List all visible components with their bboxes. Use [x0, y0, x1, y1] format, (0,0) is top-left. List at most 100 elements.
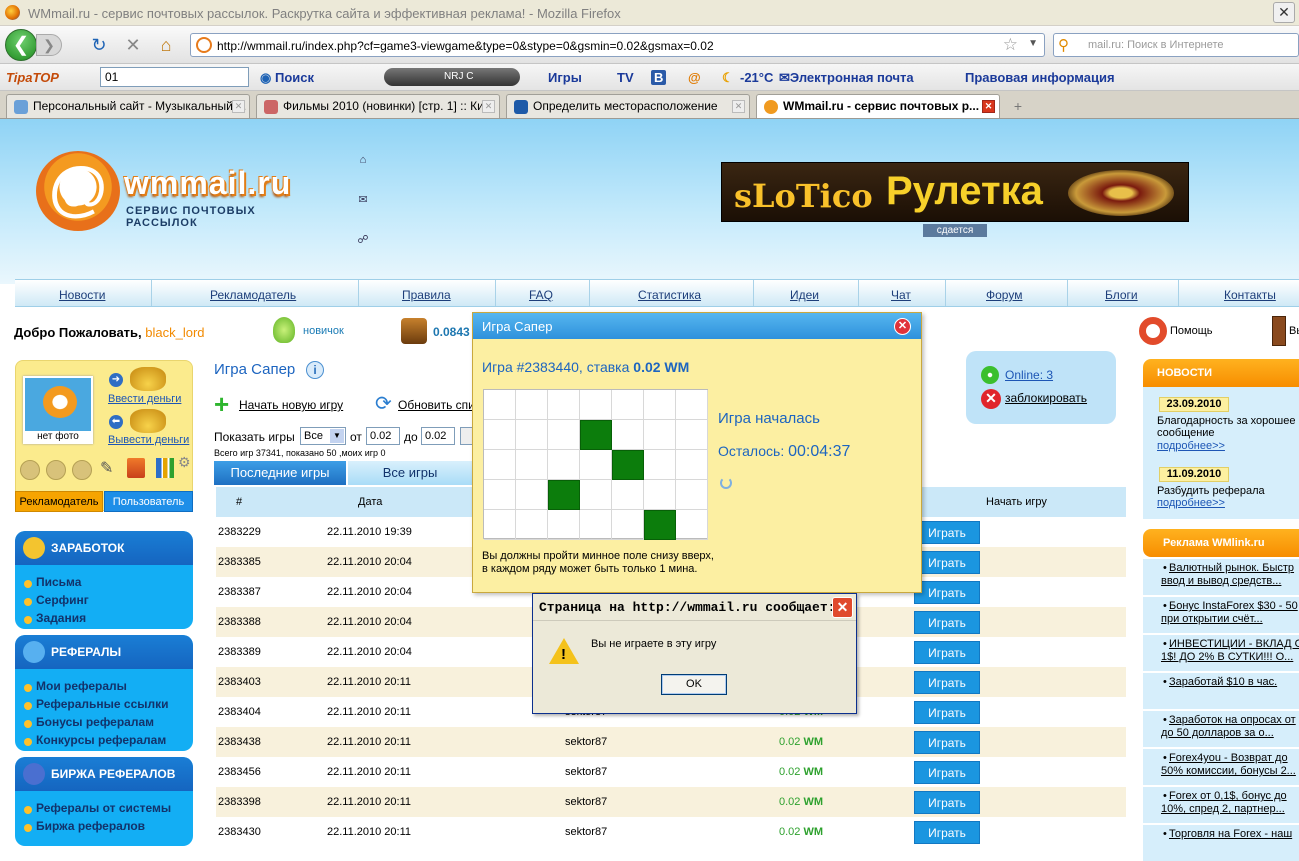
grid-cell[interactable] [516, 450, 548, 480]
grid-cell[interactable] [612, 390, 644, 420]
block-link[interactable]: заблокировать [1005, 391, 1087, 405]
toolbar-games[interactable]: Игры [548, 70, 582, 85]
grid-cell[interactable] [548, 420, 580, 450]
menu-news[interactable]: Новости [59, 288, 105, 302]
play-button[interactable]: Играть [914, 671, 980, 694]
menu-rules[interactable]: Правила [402, 288, 451, 302]
back-button[interactable]: ❮ [5, 29, 37, 61]
play-button[interactable]: Играть [914, 791, 980, 814]
menu-item-ref-contests[interactable]: Конкурсы рефералам [15, 733, 193, 751]
mine-cell[interactable] [612, 450, 644, 480]
tab-music[interactable]: Персональный сайт - Музыкальный ... ✕ [6, 94, 250, 118]
grid-cell[interactable] [612, 480, 644, 510]
tab-close-icon[interactable]: ✕ [482, 100, 495, 113]
tab-recent-games[interactable]: Последние игры [214, 461, 346, 485]
menu-item-tasks[interactable]: Задания [15, 611, 193, 629]
menu-item-system-refs[interactable]: Рефералы от системы [15, 801, 193, 819]
grid-cell[interactable] [516, 390, 548, 420]
mail-icon[interactable]: @ [688, 70, 701, 85]
menu-chat[interactable]: Чат [891, 288, 911, 302]
radio-player[interactable]: NRJ C [384, 68, 520, 86]
toolbar-select[interactable]: 01 [100, 67, 249, 87]
menu-item-ref-links[interactable]: Реферальные ссылки [15, 697, 193, 715]
chart-icon[interactable] [156, 458, 174, 478]
grid-cell[interactable] [548, 450, 580, 480]
sitemap-icon[interactable]: ☍ [357, 234, 369, 246]
grid-cell[interactable] [580, 390, 612, 420]
grid-cell[interactable] [580, 480, 612, 510]
ad-link[interactable]: Заработок на опросах отдо 50 долларов за… [1143, 711, 1299, 747]
menu-ideas[interactable]: Идеи [790, 288, 819, 302]
grid-cell[interactable] [516, 510, 548, 540]
play-button[interactable]: Играть [914, 551, 980, 574]
toolbar-search[interactable]: ◉ Поиск [260, 70, 314, 86]
ad-link[interactable]: Бонус InstaForex $30 - 50при открытии сч… [1143, 597, 1299, 633]
grid-cell[interactable] [484, 510, 516, 540]
ad-link[interactable]: Forex4you - Возврат до50% комиссии, бону… [1143, 749, 1299, 785]
banner-rent-label[interactable]: сдается [923, 224, 987, 237]
search-bar[interactable]: ⚲ mail.ru: Поиск в Интернете [1053, 33, 1299, 57]
grid-cell[interactable] [548, 390, 580, 420]
ad-link[interactable]: Forex от 0,1$, бонус до10%, спред 2, пар… [1143, 787, 1299, 823]
play-button[interactable]: Играть [914, 761, 980, 784]
min-stake-input[interactable]: 0.02 [366, 427, 400, 445]
forward-button[interactable]: ❯ [36, 34, 62, 56]
grid-cell[interactable] [548, 510, 580, 540]
toolbar-email[interactable]: ✉Электронная почта [779, 70, 914, 86]
toolbar-legal[interactable]: Правовая информация [965, 70, 1115, 85]
news-more-link[interactable]: подробнее>> [1157, 440, 1225, 452]
grid-cell[interactable] [516, 420, 548, 450]
menu-advertiser[interactable]: Рекламодатель [210, 288, 296, 302]
site-logo[interactable]: @ wmmail.ru СЕРВИС ПОЧТОВЫХ РАССЫЛОК [36, 151, 326, 231]
menu-faq[interactable]: FAQ [529, 288, 553, 302]
home-icon[interactable]: ⌂ [153, 32, 179, 58]
menu-stats[interactable]: Статистика [638, 288, 701, 302]
vk-icon[interactable]: B [651, 70, 667, 85]
tab-close-icon[interactable]: ✕ [732, 100, 745, 113]
menu-forum[interactable]: Форум [986, 288, 1022, 302]
menu-item-ref-exchange[interactable]: Биржа рефералов [15, 819, 193, 837]
mine-cell[interactable] [548, 480, 580, 510]
play-button[interactable]: Играть [914, 611, 980, 634]
tab-films[interactable]: Фильмы 2010 (новинки) [стр. 1] :: Ки... ✕ [256, 94, 500, 118]
menu-item-ref-bonuses[interactable]: Бонусы рефералам [15, 715, 193, 733]
ad-banner[interactable]: sLoTico Рулетка [721, 162, 1189, 222]
bookmark-star-icon[interactable]: ☆ [1003, 35, 1018, 55]
news-more-link[interactable]: подробнее>> [1157, 497, 1225, 509]
play-button[interactable]: Играть [914, 731, 980, 754]
grid-cell[interactable] [484, 450, 516, 480]
tab-close-icon[interactable]: ✕ [982, 100, 995, 113]
mine-cell[interactable] [644, 510, 676, 540]
grid-cell[interactable] [580, 510, 612, 540]
ad-link[interactable]: Торговля на Forex - наш [1143, 825, 1299, 861]
play-button[interactable]: Играть [914, 701, 980, 724]
edit-icon[interactable]: ✎ [100, 458, 118, 478]
withdraw-link[interactable]: Вывести деньги [108, 434, 189, 446]
max-stake-input[interactable]: 0.02 [421, 427, 455, 445]
tab-advertiser[interactable]: Рекламодатель [15, 491, 103, 512]
toolbar-tv[interactable]: TV [617, 70, 634, 85]
grid-cell[interactable] [484, 390, 516, 420]
grid-cell[interactable] [484, 480, 516, 510]
toolbar-logo[interactable]: TipaTOP [6, 70, 59, 85]
filter-select[interactable]: Все ▼ [300, 427, 346, 445]
menu-blogs[interactable]: Блоги [1105, 288, 1138, 302]
ad-link[interactable]: Заработай $10 в час. [1143, 673, 1299, 709]
grid-cell[interactable] [676, 420, 708, 450]
grid-cell[interactable] [644, 390, 676, 420]
ad-link[interactable]: Валютный рынок. Быстрввод и вывод средст… [1143, 559, 1299, 595]
avatar[interactable]: нет фото [23, 376, 93, 444]
alert-close-button[interactable]: ✕ [832, 597, 853, 618]
grid-cell[interactable] [580, 450, 612, 480]
new-tab-button[interactable]: + [1006, 95, 1030, 117]
play-button[interactable]: Играть [914, 521, 980, 544]
tab-all-games[interactable]: Все игры [348, 461, 472, 485]
online-link[interactable]: Online: 3 [1005, 368, 1053, 382]
grid-cell[interactable] [484, 420, 516, 450]
grid-cell[interactable] [644, 480, 676, 510]
mail-icon[interactable]: ✉ [357, 194, 369, 206]
info-icon[interactable]: i [306, 361, 324, 379]
grid-cell[interactable] [676, 390, 708, 420]
tab-user[interactable]: Пользователь [104, 491, 193, 512]
window-close-button[interactable]: ✕ [1273, 2, 1295, 23]
